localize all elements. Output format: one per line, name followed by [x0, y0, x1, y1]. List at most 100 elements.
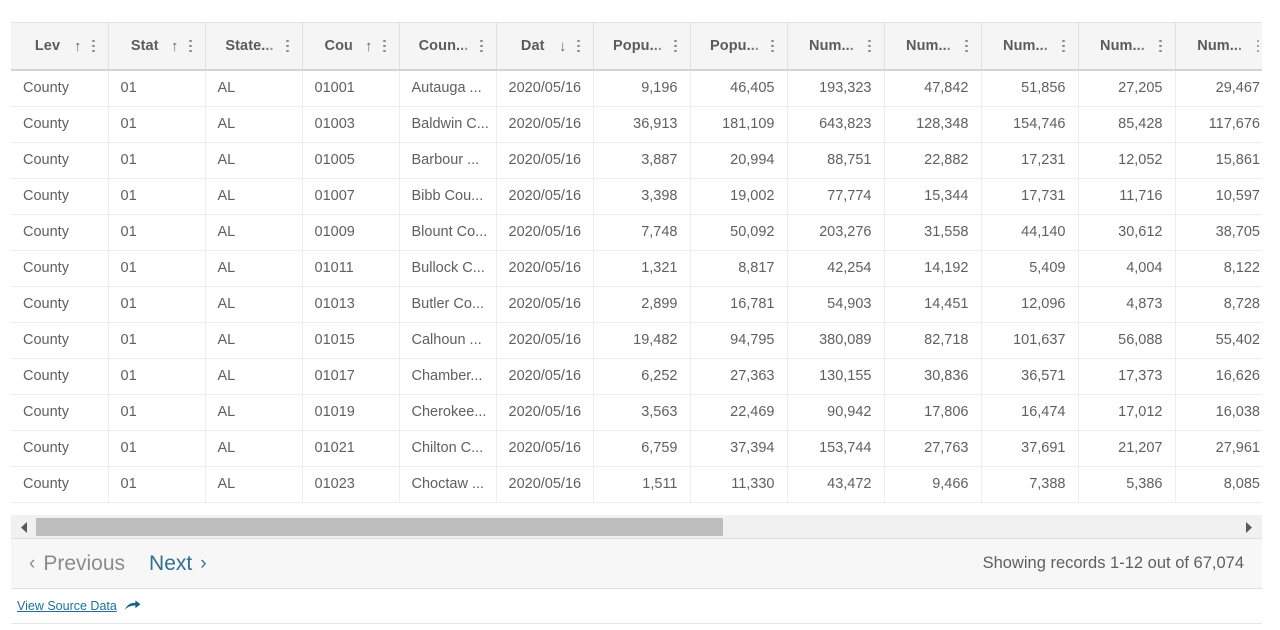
column-menu-kebab-icon[interactable]: [185, 38, 197, 54]
column-header-inner: Coun...: [412, 38, 488, 54]
column-menu-kebab-icon[interactable]: [1058, 38, 1070, 54]
column-menu-kebab-icon[interactable]: [1155, 38, 1167, 54]
column-header-label: Popu...: [709, 38, 760, 54]
table-row[interactable]: County 01 AL 01015 Calhoun ... 2020/05/16 19,4…: [11, 322, 1262, 359]
table-cell: 01: [108, 466, 206, 503]
data-grid-scroll-container[interactable]: Lev ↑ Stat ↑ State... Cou ↑ Coun... Dat ↓ Popu... P…: [11, 22, 1262, 515]
table-cell: 01: [108, 430, 206, 467]
table-cell: 46,405: [690, 70, 788, 107]
column-menu-kebab-icon[interactable]: [379, 38, 391, 54]
chevron-right-icon: ›: [200, 553, 207, 574]
scroll-right-arrow-icon[interactable]: [1240, 515, 1258, 539]
table-cell: 47,842: [884, 70, 982, 107]
table-cell: AL: [205, 358, 303, 395]
table-row[interactable]: County 01 AL 01023 Choctaw ... 2020/05/16 1,51…: [11, 466, 1262, 503]
table-cell: 19,482: [593, 322, 691, 359]
table-cell: AL: [205, 394, 303, 431]
column-menu-kebab-icon[interactable]: [573, 38, 585, 54]
table-row[interactable]: County 01 AL 01005 Barbour ... 2020/05/16 3,88…: [11, 142, 1262, 179]
column-menu-kebab-icon[interactable]: [670, 38, 682, 54]
sort-ascending-icon[interactable]: ↑: [171, 39, 179, 54]
table-cell: 22,882: [884, 142, 982, 179]
table-cell: 50,092: [690, 214, 788, 251]
table-cell: 16,626: [1175, 358, 1262, 395]
table-cell: County: [11, 214, 109, 251]
scroll-left-arrow-icon[interactable]: [15, 515, 33, 539]
sort-ascending-icon[interactable]: ↑: [365, 39, 373, 54]
column-header-11[interactable]: Num...: [1078, 23, 1176, 71]
table-cell: 193,323: [787, 70, 885, 107]
table-cell: 01019: [302, 394, 400, 431]
column-header-inner: Num...: [800, 38, 876, 54]
table-cell: 01001: [302, 70, 400, 107]
table-cell: AL: [205, 466, 303, 503]
previous-page-button[interactable]: ‹ Previous: [29, 552, 125, 576]
table-cell: 15,861: [1175, 142, 1262, 179]
column-header-9[interactable]: Num...: [884, 23, 982, 71]
column-menu-kebab-icon[interactable]: [864, 38, 876, 54]
table-cell: 36,913: [593, 106, 691, 143]
column-header-3[interactable]: Cou ↑: [302, 23, 400, 71]
column-header-label: Num...: [1100, 38, 1145, 54]
table-cell: 01: [108, 142, 206, 179]
table-cell: 15,344: [884, 178, 982, 215]
table-cell: 3,887: [593, 142, 691, 179]
table-cell: 9,196: [593, 70, 691, 107]
table-row[interactable]: County 01 AL 01011 Bullock C... 2020/05/16 1,3…: [11, 250, 1262, 287]
table-row[interactable]: County 01 AL 01017 Chamber... 2020/05/16 6,252…: [11, 358, 1262, 395]
sort-descending-icon[interactable]: ↓: [559, 39, 567, 54]
table-cell: 6,759: [593, 430, 691, 467]
table-cell: AL: [205, 322, 303, 359]
column-menu-kebab-icon[interactable]: [1252, 38, 1262, 54]
column-menu-kebab-icon[interactable]: [961, 38, 973, 54]
column-header-label: Num...: [809, 38, 854, 54]
column-header-8[interactable]: Num...: [787, 23, 885, 71]
horizontal-scrollbar-thumb[interactable]: [36, 518, 723, 536]
table-cell: 43,472: [787, 466, 885, 503]
column-header-6[interactable]: Popu...: [593, 23, 691, 71]
table-cell: 31,558: [884, 214, 982, 251]
table-cell: 4,873: [1078, 286, 1176, 323]
table-row[interactable]: County 01 AL 01021 Chilton C... 2020/05/16 6,7…: [11, 430, 1262, 467]
table-cell: 130,155: [787, 358, 885, 395]
table-row[interactable]: County 01 AL 01009 Blount Co... 2020/05/16 7,7…: [11, 214, 1262, 251]
previous-page-label: Previous: [43, 551, 126, 575]
table-row[interactable]: County 01 AL 01003 Baldwin C... 2020/05/16 36,…: [11, 106, 1262, 143]
next-page-button[interactable]: Next ›: [149, 552, 207, 576]
column-header-4[interactable]: Coun...: [399, 23, 497, 71]
column-header-0[interactable]: Lev ↑: [11, 23, 109, 71]
table-row[interactable]: County 01 AL 01007 Bibb Cou... 2020/05/16 3,39…: [11, 178, 1262, 215]
table-cell: Bullock C...: [399, 250, 497, 287]
sort-ascending-icon[interactable]: ↑: [74, 39, 82, 54]
table-cell: 30,836: [884, 358, 982, 395]
column-header-label: Lev: [34, 38, 61, 54]
table-cell: 29,467: [1175, 70, 1262, 107]
column-menu-kebab-icon[interactable]: [282, 38, 294, 54]
horizontal-scrollbar[interactable]: [11, 515, 1262, 539]
column-header-5[interactable]: Dat ↓: [496, 23, 594, 71]
table-cell: 88,751: [787, 142, 885, 179]
external-arrow-icon[interactable]: [124, 600, 141, 612]
table-row[interactable]: County 01 AL 01001 Autauga ... 2020/05/16 9,19…: [11, 70, 1262, 107]
table-cell: 44,140: [981, 214, 1079, 251]
table-cell: County: [11, 394, 109, 431]
view-source-data-link[interactable]: View Source Data: [17, 599, 117, 613]
table-cell: 01015: [302, 322, 400, 359]
table-cell: 01021: [302, 430, 400, 467]
column-header-1[interactable]: Stat ↑: [108, 23, 206, 71]
column-menu-kebab-icon[interactable]: [476, 38, 488, 54]
table-cell: 2020/05/16: [496, 430, 594, 467]
column-header-10[interactable]: Num...: [981, 23, 1079, 71]
column-header-inner: Cou ↑: [315, 38, 391, 54]
column-header-12[interactable]: Num...: [1175, 23, 1262, 71]
column-header-7[interactable]: Popu...: [690, 23, 788, 71]
table-cell: 9,466: [884, 466, 982, 503]
column-header-2[interactable]: State...: [205, 23, 303, 71]
column-menu-kebab-icon[interactable]: [767, 38, 779, 54]
table-cell: County: [11, 70, 109, 107]
table-row[interactable]: County 01 AL 01013 Butler Co... 2020/05/16 2,8…: [11, 286, 1262, 323]
table-row[interactable]: County 01 AL 01019 Cherokee... 2020/05/16 3,56…: [11, 394, 1262, 431]
table-cell: 27,763: [884, 430, 982, 467]
column-menu-kebab-icon[interactable]: [88, 38, 100, 54]
table-cell: 01: [108, 70, 206, 107]
